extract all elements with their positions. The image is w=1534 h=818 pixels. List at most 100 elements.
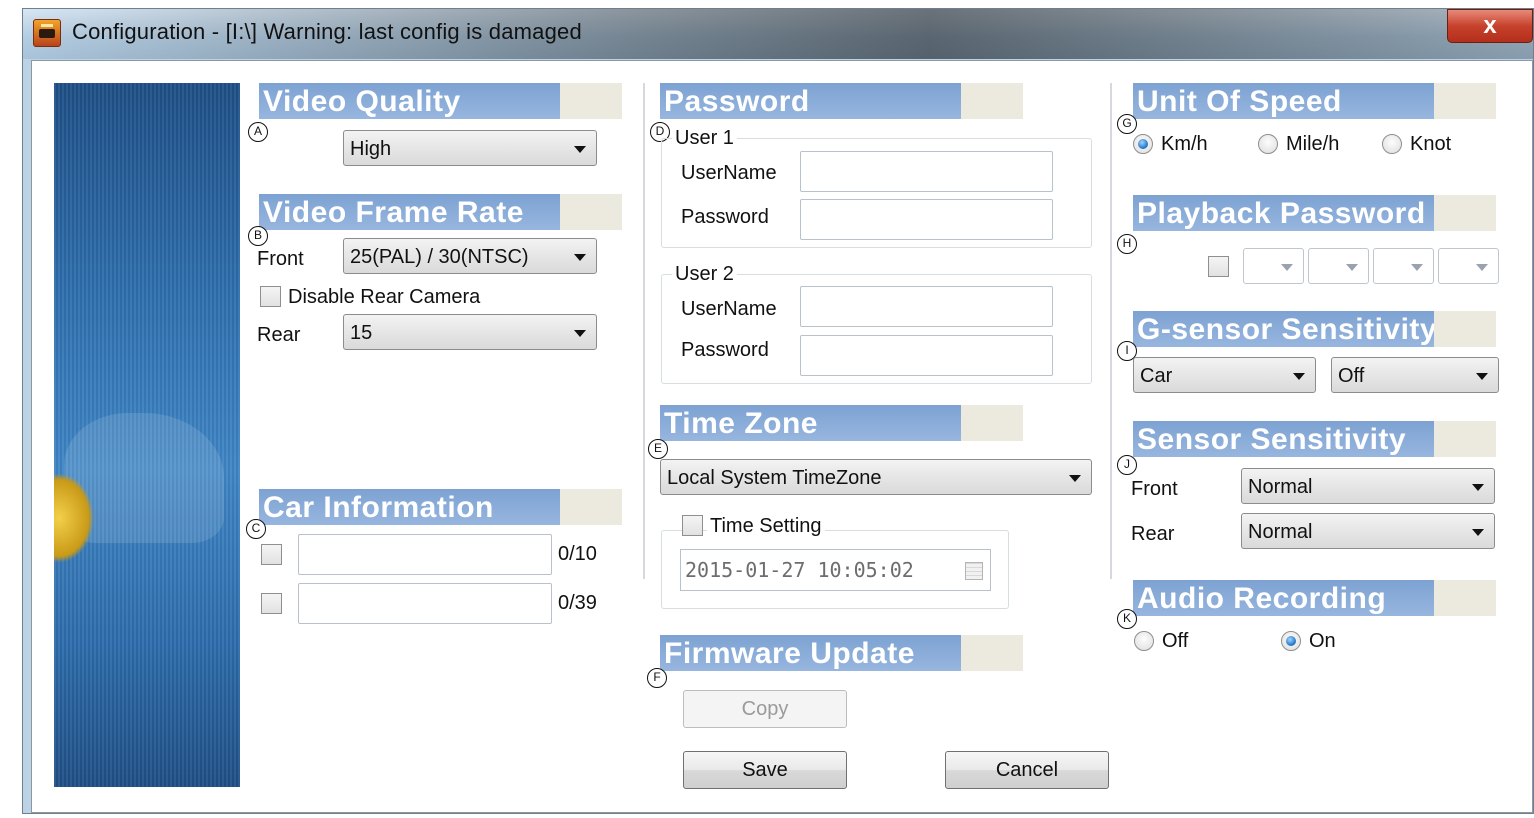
video-quality-header: Video Quality xyxy=(259,83,622,119)
side-banner-image xyxy=(54,83,240,787)
car-info-1-checkbox[interactable] xyxy=(261,544,282,565)
chevron-down-icon xyxy=(574,330,586,337)
audio-off-label: Off xyxy=(1162,630,1189,652)
playback-digit-2-dropdown[interactable] xyxy=(1308,248,1369,284)
chevron-down-icon xyxy=(574,146,586,153)
section-title: Video Quality xyxy=(263,85,461,118)
rear-frame-rate-dropdown[interactable]: 15 xyxy=(343,314,597,350)
close-button[interactable]: x xyxy=(1447,9,1533,43)
callout-badge-b: B xyxy=(248,226,268,246)
g-sensor-header: G-sensor Sensitivity xyxy=(1133,311,1496,347)
speed-mileh-radio[interactable] xyxy=(1258,134,1278,154)
dropdown-value: High xyxy=(350,138,392,160)
chevron-down-icon xyxy=(574,254,586,261)
playback-digit-4-dropdown[interactable] xyxy=(1438,248,1499,284)
time-setting-checkbox[interactable] xyxy=(682,515,703,536)
front-frame-rate-dropdown[interactable]: 25(PAL) / 30(NTSC) xyxy=(343,238,597,274)
callout-badge-j: J xyxy=(1117,455,1137,475)
user1-username-label: UserName xyxy=(681,162,777,184)
user2-username-label: UserName xyxy=(681,298,777,320)
save-button[interactable]: Save xyxy=(683,751,847,789)
audio-off-radio[interactable] xyxy=(1134,631,1154,651)
window-title: Configuration - [I:\] Warning: last conf… xyxy=(72,19,582,44)
chevron-down-icon xyxy=(1281,264,1293,271)
callout-badge-e: E xyxy=(648,439,668,459)
playback-digit-3-dropdown[interactable] xyxy=(1373,248,1434,284)
speed-kmh-label: Km/h xyxy=(1161,133,1208,155)
callout-badge-f: F xyxy=(647,668,667,688)
user1-password-input[interactable] xyxy=(800,199,1053,240)
sensor-front-dropdown[interactable]: Normal xyxy=(1241,468,1495,504)
dropdown-value: Local System TimeZone xyxy=(667,467,882,489)
user2-password-input[interactable] xyxy=(800,335,1053,376)
car-info-1-input[interactable] xyxy=(298,534,552,575)
user1-group-label: User 1 xyxy=(672,127,737,150)
app-camera-icon xyxy=(33,19,61,47)
g-sensor-level-dropdown[interactable]: Off xyxy=(1331,357,1499,393)
section-title: G-sensor Sensitivity xyxy=(1137,313,1438,346)
g-sensor-vehicle-dropdown[interactable]: Car xyxy=(1133,357,1316,393)
playback-digit-1-dropdown[interactable] xyxy=(1243,248,1304,284)
car-info-1-counter: 0/10 xyxy=(558,543,597,565)
time-zone-dropdown[interactable]: Local System TimeZone xyxy=(660,459,1092,495)
user1-username-input[interactable] xyxy=(800,151,1053,192)
section-title: Car Information xyxy=(263,491,494,524)
section-title: Password xyxy=(664,85,810,118)
car-info-2-counter: 0/39 xyxy=(558,592,597,614)
chevron-down-icon xyxy=(1293,373,1305,380)
playback-password-header: Playback Password xyxy=(1133,195,1496,231)
audio-on-label: On xyxy=(1309,630,1336,652)
section-title: Unit Of Speed xyxy=(1137,85,1342,118)
playback-password-checkbox[interactable] xyxy=(1208,256,1229,277)
firmware-update-header: Firmware Update xyxy=(660,635,1023,671)
section-title: Audio Recording xyxy=(1137,582,1387,615)
audio-on-radio[interactable] xyxy=(1281,631,1301,651)
callout-badge-g: G xyxy=(1117,114,1137,134)
copy-firmware-button[interactable]: Copy xyxy=(683,690,847,728)
section-title: Playback Password xyxy=(1137,197,1426,230)
user2-group-label: User 2 xyxy=(672,263,737,286)
sensor-front-label: Front xyxy=(1131,478,1178,500)
chevron-down-icon xyxy=(1411,264,1423,271)
column-divider xyxy=(643,83,645,579)
sensor-rear-dropdown[interactable]: Normal xyxy=(1241,513,1495,549)
dropdown-value: Normal xyxy=(1248,521,1313,543)
callout-badge-k: K xyxy=(1117,609,1137,629)
video-frame-rate-header: Video Frame Rate xyxy=(259,194,622,230)
disable-rear-camera-checkbox[interactable] xyxy=(260,286,281,307)
dropdown-value: Car xyxy=(1140,365,1173,387)
speed-knot-radio[interactable] xyxy=(1382,134,1402,154)
datetime-value: 2015-01-27 10:05:02 xyxy=(685,558,914,582)
chevron-down-icon xyxy=(1346,264,1358,271)
audio-recording-header: Audio Recording xyxy=(1133,580,1496,616)
unit-of-speed-header: Unit Of Speed xyxy=(1133,83,1496,119)
chevron-down-icon xyxy=(1069,475,1081,482)
user2-password-label: Password xyxy=(681,339,769,361)
callout-badge-h: H xyxy=(1117,234,1137,254)
chevron-down-icon xyxy=(1472,529,1484,536)
user1-password-label: Password xyxy=(681,206,769,228)
time-setting-label: Time Setting xyxy=(707,515,825,538)
section-title: Sensor Sensitivity xyxy=(1137,423,1407,456)
dropdown-value: 15 xyxy=(350,322,373,344)
car-info-2-checkbox[interactable] xyxy=(261,593,282,614)
car-info-2-input[interactable] xyxy=(298,583,552,624)
calendar-icon[interactable] xyxy=(965,562,983,580)
speed-kmh-radio[interactable] xyxy=(1133,134,1153,154)
close-icon: x xyxy=(1483,12,1497,39)
user2-username-input[interactable] xyxy=(800,286,1053,327)
section-title: Time Zone xyxy=(664,407,818,440)
cancel-button[interactable]: Cancel xyxy=(945,751,1109,789)
video-quality-dropdown[interactable]: High xyxy=(343,130,597,166)
chevron-down-icon xyxy=(1472,484,1484,491)
password-header: Password xyxy=(660,83,1023,119)
speed-knot-label: Knot xyxy=(1410,133,1452,155)
column-divider xyxy=(1110,83,1112,579)
callout-badge-c: C xyxy=(246,519,266,539)
dropdown-value: Normal xyxy=(1248,476,1313,498)
chevron-down-icon xyxy=(1476,373,1488,380)
dropdown-value: 25(PAL) / 30(NTSC) xyxy=(350,246,529,268)
datetime-picker[interactable]: 2015-01-27 10:05:02 xyxy=(680,549,991,591)
rear-label: Rear xyxy=(257,324,301,346)
speed-mileh-label: Mile/h xyxy=(1286,133,1340,155)
